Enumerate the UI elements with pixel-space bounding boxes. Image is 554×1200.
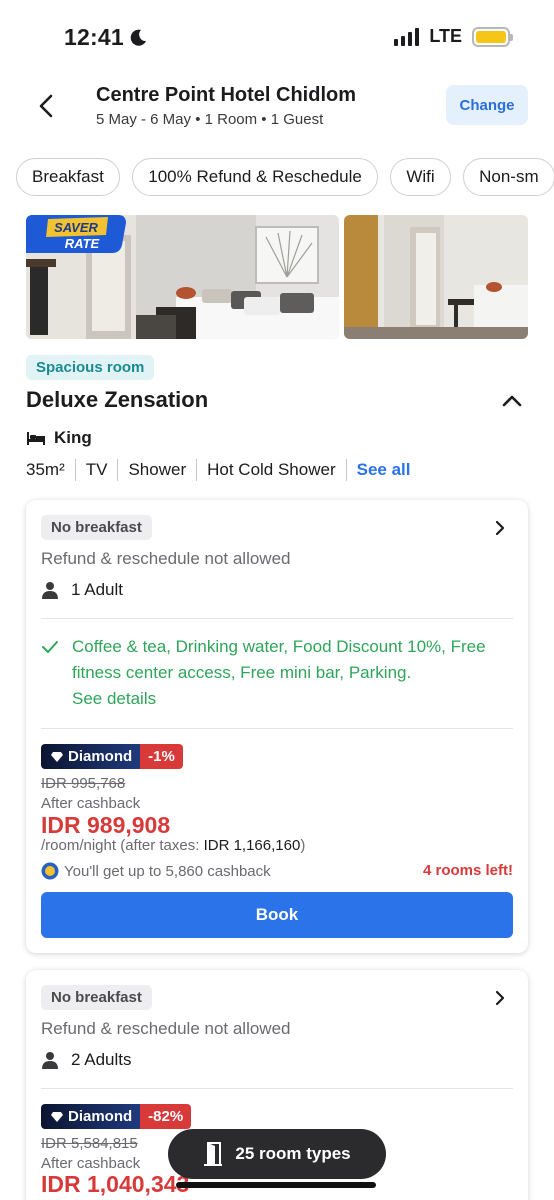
divider (117, 459, 119, 481)
chevron-right-icon[interactable] (492, 990, 508, 1006)
stay-summary: 5 May - 6 May • 1 Room • 1 Guest (96, 111, 324, 128)
tier-label: Diamond (68, 748, 133, 765)
door-icon (204, 1142, 223, 1166)
chevron-left-icon (39, 94, 53, 118)
guest-capacity: 1 Adult (41, 580, 123, 600)
status-time: 12:41 (64, 24, 148, 51)
person-icon (42, 1052, 58, 1069)
room-photo-main[interactable]: SAVER RATE (26, 215, 339, 339)
saver-rate-badge: SAVER RATE (26, 215, 126, 253)
final-price: IDR 989,908 (41, 812, 171, 838)
rate-card[interactable]: No breakfast Refund & reschedule not all… (26, 500, 528, 953)
svg-text:RATE: RATE (65, 236, 100, 251)
back-button[interactable] (30, 90, 62, 122)
divider (74, 459, 76, 481)
tier-label: Diamond (68, 1108, 133, 1125)
moon-icon (130, 29, 146, 46)
diamond-icon (51, 751, 63, 762)
amenity-hot-cold-shower: Hot Cold Shower (207, 460, 336, 479)
amenity-tv: TV (85, 460, 108, 479)
diamond-tier: Diamond (41, 744, 141, 769)
filter-chip-breakfast[interactable]: Breakfast (16, 158, 120, 196)
filter-chips: Breakfast 100% Refund & Reschedule Wifi … (16, 158, 554, 198)
divider (345, 459, 347, 481)
filter-chip-refund[interactable]: 100% Refund & Reschedule (132, 158, 378, 196)
discount-percent: -82% (140, 1104, 192, 1129)
member-discount-badge: Diamond -82% (41, 1104, 192, 1129)
clock-text: 12:41 (64, 24, 124, 50)
rate-perks: Coffee & tea, Drinking water, Food Disco… (41, 634, 501, 712)
chevron-up-icon[interactable] (500, 389, 524, 413)
coin-icon (41, 862, 59, 880)
guest-label: 2 Adults (71, 1050, 132, 1069)
guest-label: 1 Adult (71, 580, 123, 599)
filter-chip-non-smoking[interactable]: Non-sm (463, 158, 554, 196)
home-indicator (176, 1182, 376, 1188)
book-button[interactable]: Book (41, 892, 513, 938)
hotel-name: Centre Point Hotel Chidlom (96, 84, 356, 106)
divider (196, 459, 198, 481)
status-bar: 12:41 LTE (0, 0, 554, 72)
final-price: IDR 1,040,343 (41, 1171, 190, 1197)
bed-type: King (26, 428, 92, 448)
filter-chip-wifi[interactable]: Wifi (390, 158, 451, 196)
original-price: IDR 5,584,815 (41, 1135, 138, 1152)
divider (41, 618, 513, 619)
network-label: LTE (429, 26, 462, 46)
svg-text:SAVER: SAVER (54, 220, 98, 235)
person-icon (42, 582, 58, 599)
meal-badge: No breakfast (41, 515, 152, 540)
original-price: IDR 995,768 (41, 775, 126, 792)
room-amenities: 35m² TV Shower Hot Cold Shower See all (26, 459, 411, 481)
divider (41, 1088, 513, 1089)
discount-percent: -1% (140, 744, 183, 769)
status-icons: LTE (394, 26, 513, 47)
bed-icon (27, 432, 45, 445)
see-all-link[interactable]: See all (357, 460, 411, 480)
room-photos: SAVER RATE (26, 215, 528, 339)
check-icon (42, 641, 58, 653)
perks-text: Coffee & tea, Drinking water, Food Disco… (72, 637, 486, 682)
diamond-tier: Diamond (41, 1104, 141, 1129)
member-discount-badge: Diamond -1% (41, 744, 183, 769)
chevron-right-icon[interactable] (492, 520, 508, 536)
divider (41, 728, 513, 729)
diamond-icon (51, 1111, 63, 1122)
amenity-shower: Shower (128, 460, 187, 479)
room-types-button[interactable]: 25 room types (168, 1129, 386, 1179)
room-tag: Spacious room (26, 355, 155, 380)
meal-badge: No breakfast (41, 985, 152, 1010)
amenity-size: 35m² (26, 460, 65, 479)
refund-policy: Refund & reschedule not allowed (41, 1019, 291, 1038)
header: Centre Point Hotel Chidlom 5 May - 6 May… (0, 80, 554, 136)
room-name: Deluxe Zensation (26, 387, 209, 412)
change-button[interactable]: Change (446, 85, 528, 125)
rooms-left: 4 rooms left! (422, 862, 513, 879)
price-unit: /room/night (after taxes: IDR 1,166,160) (41, 837, 306, 854)
cashback-text: You'll get up to 5,860 cashback (64, 862, 271, 880)
battery-icon (472, 26, 513, 47)
bed-type-label: King (54, 428, 92, 447)
guest-capacity: 2 Adults (41, 1050, 132, 1070)
after-taxes-price: IDR 1,166,160 (203, 837, 301, 854)
refund-policy: Refund & reschedule not allowed (41, 549, 291, 568)
cashback-info: You'll get up to 5,860 cashback (41, 862, 271, 880)
room-photo-illustration-2 (344, 215, 528, 339)
after-cashback-label: After cashback (41, 795, 141, 812)
signal-icon (394, 27, 420, 46)
after-cashback-label: After cashback (41, 1155, 141, 1172)
room-photo-secondary[interactable] (344, 215, 528, 339)
room-types-label: 25 room types (235, 1144, 351, 1163)
see-details-link[interactable]: See details (72, 689, 156, 708)
